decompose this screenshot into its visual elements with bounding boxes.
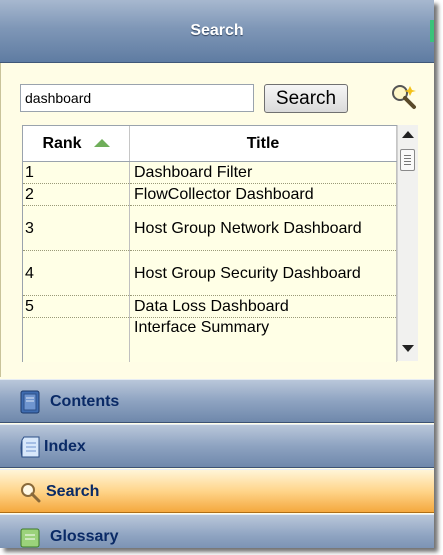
table-row[interactable]: 4 Host Group Security Dashboard xyxy=(23,250,397,296)
search-button[interactable]: Search xyxy=(264,84,348,113)
table-row[interactable]: Interface Summary xyxy=(23,317,397,362)
rank-column-header[interactable]: Rank xyxy=(23,126,130,162)
rank-cell xyxy=(23,317,130,362)
help-window: Search Search Rank Title 1 Dashboard Fi xyxy=(0,0,434,548)
rank-cell: 2 xyxy=(23,183,130,206)
sort-ascending-icon xyxy=(93,139,110,148)
table-row[interactable]: 2 FlowCollector Dashboard xyxy=(23,183,397,206)
results-table: Rank Title 1 Dashboard Filter 2 FlowColl… xyxy=(23,126,397,362)
table-row[interactable]: 1 Dashboard Filter xyxy=(23,161,397,184)
nav-label: Index xyxy=(44,438,86,455)
title-link[interactable]: FlowCollector Dashboard xyxy=(129,183,397,206)
nav-glossary-button[interactable]: Glossary xyxy=(0,514,434,548)
grip-icon xyxy=(404,155,411,165)
nav-label: Contents xyxy=(50,393,120,410)
title-link[interactable]: Dashboard Filter xyxy=(129,161,397,184)
scroll-up-arrow-icon[interactable] xyxy=(402,131,414,138)
title-link[interactable]: Interface Summary xyxy=(129,317,397,362)
title-bar-accent xyxy=(430,20,434,42)
results-list: Rank Title 1 Dashboard Filter 2 FlowColl… xyxy=(22,125,397,362)
pane-title: Search xyxy=(190,22,244,39)
rank-cell: 1 xyxy=(23,161,130,184)
nav-search-button[interactable]: Search xyxy=(0,469,434,513)
scroll-down-arrow-icon[interactable] xyxy=(402,345,414,352)
title-link[interactable]: Host Group Security Dashboard xyxy=(129,250,397,296)
title-link[interactable]: Data Loss Dashboard xyxy=(129,295,397,318)
nav-contents-button[interactable]: Contents xyxy=(0,379,434,423)
table-row[interactable]: 5 Data Loss Dashboard xyxy=(23,295,397,318)
nav-label: Search xyxy=(46,483,100,500)
title-link[interactable]: Host Group Network Dashboard xyxy=(129,205,397,251)
index-page-icon xyxy=(20,436,40,458)
scroll-thumb[interactable] xyxy=(400,149,415,171)
rank-cell: 3 xyxy=(23,205,130,251)
pane-title-bar: Search xyxy=(0,0,434,63)
magnifier-icon xyxy=(21,483,41,503)
table-row[interactable]: 3 Host Group Network Dashboard xyxy=(23,205,397,251)
rank-cell: 4 xyxy=(23,250,130,296)
results-scrollbar[interactable] xyxy=(397,125,418,361)
search-options-icon[interactable] xyxy=(388,82,420,114)
nav-index-button[interactable]: Index xyxy=(0,424,434,468)
title-column-header[interactable]: Title xyxy=(129,126,397,162)
glossary-icon xyxy=(20,528,40,548)
rank-column-label: Rank xyxy=(42,134,82,152)
book-icon xyxy=(20,390,40,414)
rank-cell: 5 xyxy=(23,295,130,318)
nav-label: Glossary xyxy=(50,528,119,545)
search-input[interactable] xyxy=(20,84,254,112)
